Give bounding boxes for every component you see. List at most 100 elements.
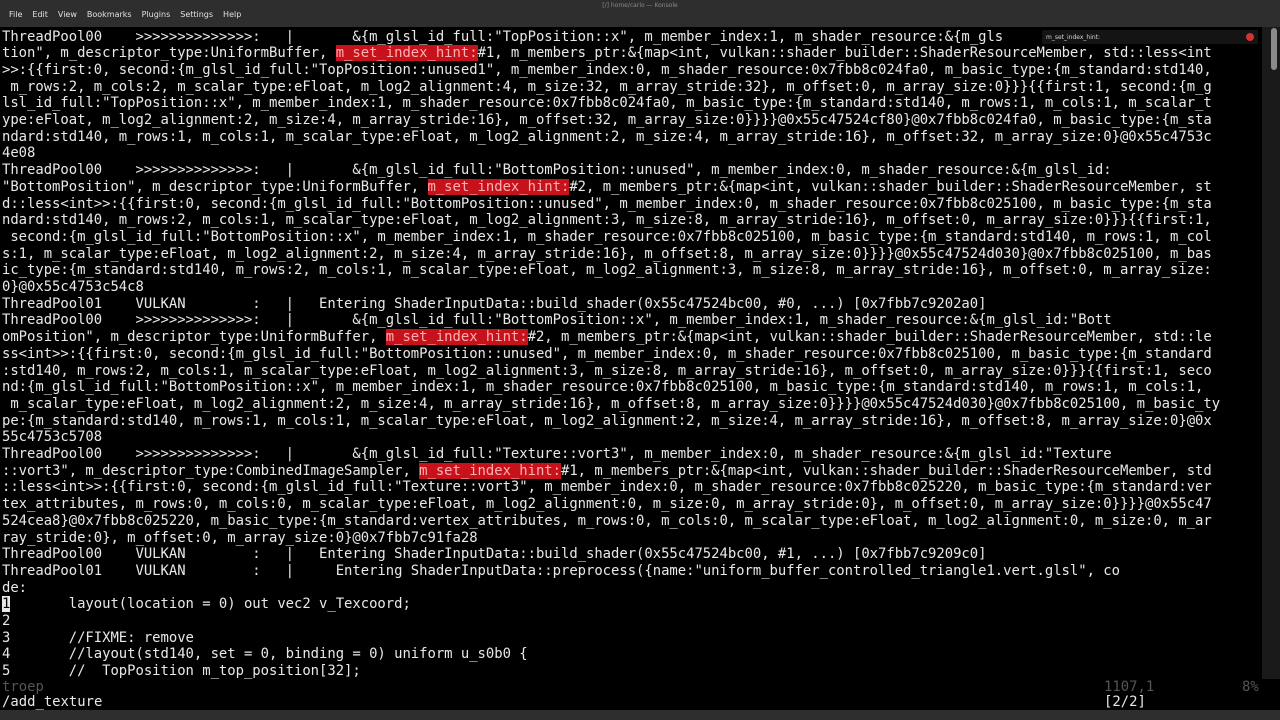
terminal-text: #1, m_members_ptr:&{map<int, vulkan::sha…: [561, 462, 1212, 479]
terminal-text: 4 //layout(std140, set = 0, binding = 0)…: [2, 646, 528, 663]
terminal-line: omPosition", m_descriptor_type:UniformBu…: [2, 329, 1212, 346]
search-command: /add_texture: [2, 694, 103, 710]
status-filename: troep: [2, 679, 44, 695]
terminal-text: "BottomPosition", m_descriptor_type:Unif…: [2, 178, 428, 195]
terminal-line: ::less<int>>:{{first:0, second:{m_glsl_i…: [2, 479, 1212, 496]
terminal-line: :std140, m_rows:2, m_cols:1, m_scalar_ty…: [2, 363, 1212, 380]
terminal-line: ype:eFloat, m_log2_alignment:2, m_size:4…: [2, 112, 1212, 129]
terminal-text: ic_type:{m_standard:std140, m_rows:2, m_…: [2, 262, 1212, 279]
terminal-text: m_rows:2, m_cols:2, m_scalar_type:eFloat…: [2, 78, 1212, 95]
terminal-text: ThreadPool00 VULKAN : | Entering ShaderI…: [2, 546, 987, 563]
terminal-text: tex_attributes, m_rows:0, m_cols:0, m_sc…: [2, 496, 1212, 513]
terminal-line: ::vort3", m_descriptor_type:CombinedImag…: [2, 462, 1212, 480]
terminal-text: 524cea8}@0x7fbb8c025220, m_basic_type:{m…: [2, 512, 1212, 529]
terminal-line: 524cea8}@0x7fbb8c025220, m_basic_type:{m…: [2, 513, 1212, 530]
terminal-text: ThreadPool00 >>>>>>>>>>>>>>: | &{m_glsl_…: [2, 162, 1112, 179]
terminal-text: nd:{m_glsl_id_full:"BottomPosition::x", …: [2, 379, 1204, 396]
search-match-count: [2/2]: [1104, 694, 1146, 710]
terminal-line: lsl_id_full:"TopPosition::x", m_member_i…: [2, 95, 1212, 112]
status-percent: 8%: [1242, 679, 1259, 695]
terminal-line: 4 //layout(std140, set = 0, binding = 0)…: [2, 646, 528, 663]
terminal-output[interactable]: ThreadPool00 >>>>>>>>>>>>>>: | &{m_glsl_…: [0, 27, 1262, 679]
terminal-text: :std140, m_rows:2, m_cols:1, m_scalar_ty…: [2, 362, 1212, 379]
terminal-text: ndard:std140, m_rows:1, m_cols:1, m_scal…: [2, 128, 1212, 145]
terminal-text: >>:{{first:0, second:{m_glsl_id_full:"To…: [2, 61, 1212, 78]
terminal-line: ThreadPool00 >>>>>>>>>>>>>>: | &{m_glsl_…: [2, 29, 1003, 46]
search-highlight: m_set_index_hint:: [335, 45, 478, 62]
terminal-line: nd:{m_glsl_id_full:"BottomPosition::x", …: [2, 379, 1203, 396]
terminal-line: ic_type:{m_standard:std140, m_rows:2, m_…: [2, 262, 1212, 279]
terminal-text: ss<int>>:{{first:0, second:{m_glsl_id_fu…: [2, 345, 1212, 362]
search-highlight: m_set_index_hint:: [385, 329, 528, 346]
terminal-line: ThreadPool00 >>>>>>>>>>>>>>: | &{m_glsl_…: [2, 312, 1112, 329]
terminal-text: ype:eFloat, m_log2_alignment:2, m_size:4…: [2, 112, 1212, 128]
terminal-text: ::less<int>>:{{first:0, second:{m_glsl_i…: [2, 479, 1212, 496]
terminal-text: ray_stride:0}, m_offset:0, m_array_size:…: [2, 529, 478, 546]
menu-view[interactable]: View: [53, 10, 82, 19]
terminal-text: de:: [2, 579, 28, 596]
terminal-line: >>:{{first:0, second:{m_glsl_id_full:"To…: [2, 62, 1212, 79]
terminal-line: ss<int>>:{{first:0, second:{m_glsl_id_fu…: [2, 346, 1212, 363]
terminal-text: lsl_id_full:"TopPosition::x", m_member_i…: [2, 95, 1212, 112]
terminal-line: "BottomPosition", m_descriptor_type:Unif…: [2, 178, 1212, 196]
terminal-text: #1, m_members_ptr:&{map<int, vulkan::sha…: [477, 45, 1212, 62]
terminal-line: ThreadPool00 >>>>>>>>>>>>>>: | &{m_glsl_…: [2, 446, 1112, 463]
terminal-line: tex_attributes, m_rows:0, m_cols:0, m_sc…: [2, 496, 1212, 513]
terminal-line: d::less<int>>:{{first:0, second:{m_glsl_…: [2, 196, 1212, 213]
menu-bookmarks[interactable]: Bookmarks: [82, 10, 137, 19]
terminal-text: m_scalar_type:eFloat, m_log2_alignment:2…: [2, 395, 1221, 412]
scrollbar-track[interactable]: [1262, 27, 1280, 679]
terminal-text: 55c4753c5708: [2, 429, 103, 446]
terminal-text: 3 //FIXME: remove: [2, 629, 194, 646]
terminal-text: 4e08: [2, 145, 36, 162]
terminal-text: ThreadPool00 >>>>>>>>>>>>>>: | &{m_glsl_…: [2, 446, 1112, 462]
vim-command-line[interactable]: /add_texture [2/2]: [0, 695, 1280, 710]
search-highlight: m_set_index_hint:: [427, 178, 570, 195]
terminal-line: ray_stride:0}, m_offset:0, m_array_size:…: [2, 530, 478, 547]
terminal-text: ThreadPool00 >>>>>>>>>>>>>>: | &{m_glsl_…: [2, 28, 1004, 45]
search-highlight: m_set_index_hint:: [419, 462, 561, 479]
terminal-text: pe:{m_standard:std140, m_rows:1, m_cols:…: [2, 412, 1212, 429]
close-icon[interactable]: [1246, 33, 1254, 41]
terminal-text: omPosition", m_descriptor_type:UniformBu…: [2, 329, 386, 346]
menu-bar: [/] home/carlo — Konsole File Edit View …: [0, 0, 1280, 28]
vim-status-line: troep 1107,1 8%: [0, 679, 1280, 695]
terminal-line: 4e08: [2, 145, 35, 162]
scrollbar-thumb[interactable]: [1271, 28, 1277, 70]
terminal-line: 2: [2, 613, 10, 630]
menu-settings[interactable]: Settings: [175, 10, 218, 19]
window-bottom-edge: [0, 710, 1280, 720]
terminal-line: tion", m_descriptor_type:UniformBuffer, …: [2, 45, 1212, 62]
terminal-line: ThreadPool00 >>>>>>>>>>>>>>: | &{m_glsl_…: [2, 162, 1112, 179]
terminal-line: ndard:std140, m_rows:2, m_cols:1, m_scal…: [2, 212, 1212, 229]
menu-help[interactable]: Help: [218, 10, 246, 19]
menu-file[interactable]: File: [4, 10, 27, 19]
terminal-line: second:{m_glsl_id_full:"BottomPosition::…: [2, 228, 1212, 246]
terminal-text: s:1, m_scalar_type:eFloat, m_log2_alignm…: [2, 245, 1212, 262]
terminal-line: pe:{m_standard:std140, m_rows:1, m_cols:…: [2, 413, 1212, 430]
terminal-line: ndard:std140, m_rows:1, m_cols:1, m_scal…: [2, 129, 1212, 146]
terminal-line: 5 // TopPosition m_top_position[32];: [2, 663, 361, 679]
terminal-line: m_rows:2, m_cols:2, m_scalar_type:eFloat…: [2, 78, 1212, 96]
terminal-line: de:: [2, 580, 27, 597]
terminal-text: ThreadPool01 VULKAN : | Entering ShaderI…: [2, 295, 987, 312]
terminal-line: ThreadPool01 VULKAN : | Entering ShaderI…: [2, 296, 986, 313]
terminal-line: 3 //FIXME: remove: [2, 630, 194, 647]
search-popup[interactable]: m_set_index_hint:: [1042, 30, 1258, 44]
terminal-text: d::less<int>>:{{first:0, second:{m_glsl_…: [2, 195, 1212, 212]
terminal-text: ThreadPool01 VULKAN : | Entering ShaderI…: [2, 562, 1120, 579]
terminal-line: 55c4753c5708: [2, 429, 102, 446]
terminal-text: ThreadPool00 >>>>>>>>>>>>>>: | &{m_glsl_…: [2, 312, 1112, 329]
terminal-text: second:{m_glsl_id_full:"BottomPosition::…: [2, 228, 1212, 245]
terminal-text: ndard:std140, m_rows:2, m_cols:1, m_scal…: [2, 212, 1212, 229]
menu-plugins[interactable]: Plugins: [137, 10, 176, 19]
terminal-line: 0}@0x55c4753c54c8: [2, 279, 144, 296]
terminal-line: s:1, m_scalar_type:eFloat, m_log2_alignm…: [2, 246, 1212, 263]
search-popup-text: m_set_index_hint:: [1046, 33, 1101, 41]
terminal-line: m_scalar_type:eFloat, m_log2_alignment:2…: [2, 396, 1220, 413]
terminal-text: 0}@0x55c4753c54c8: [2, 279, 144, 295]
terminal-text: #2, m_members_ptr:&{map<int, vulkan::sha…: [527, 329, 1212, 346]
terminal-text: 2: [2, 613, 11, 629]
menu-edit[interactable]: Edit: [27, 10, 53, 19]
terminal-line: 1 layout(location = 0) out vec2 v_Texcoo…: [2, 596, 411, 613]
